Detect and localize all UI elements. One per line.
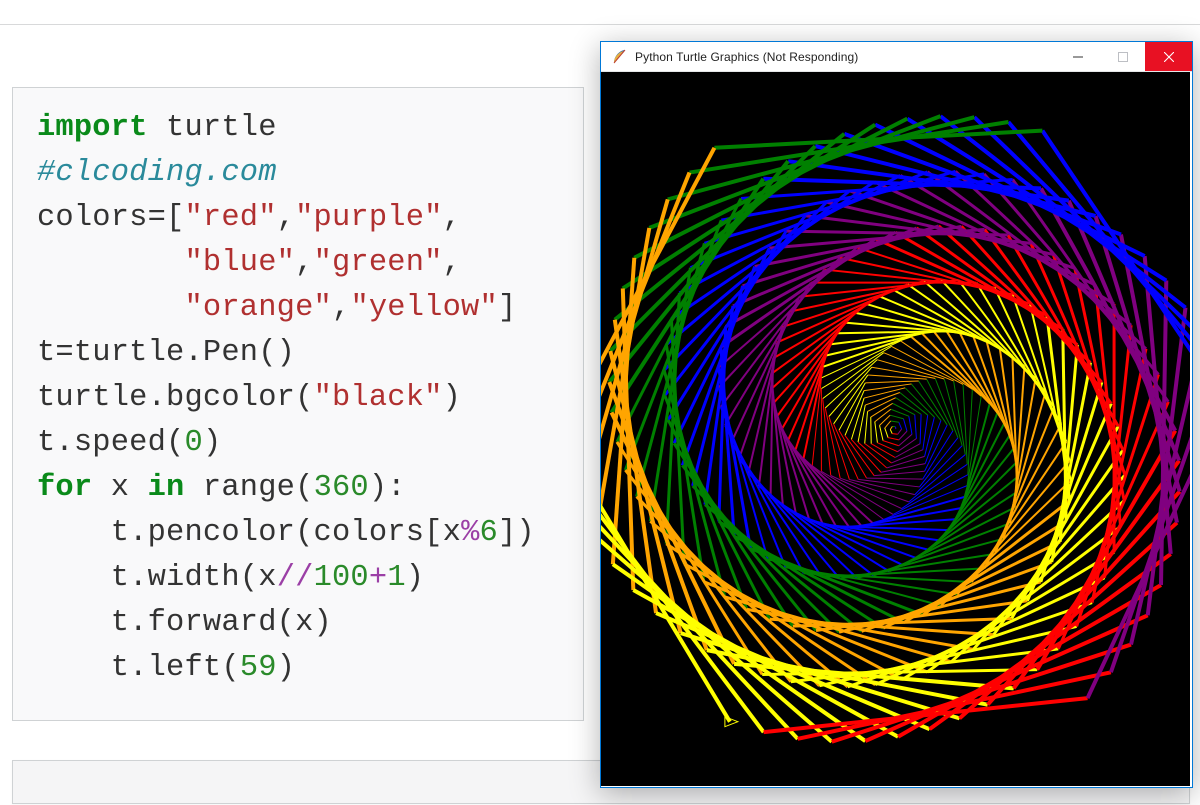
comment-line: #clcoding.com [37,156,277,190]
turtle-canvas [601,72,1190,786]
close-button[interactable] [1145,42,1192,71]
keyword-in: in [148,471,185,505]
python-source-code: import turtle #clcoding.com colors=["red… [37,106,559,691]
spiral-drawing [601,72,1190,786]
page-top-divider [0,24,1200,25]
keyword-import: import [37,111,148,145]
minimize-button[interactable] [1055,42,1100,71]
keyword-for: for [37,471,92,505]
code-editor-panel: import turtle #clcoding.com colors=["red… [12,87,584,721]
window-titlebar[interactable]: Python Turtle Graphics (Not Responding) [601,42,1192,72]
tk-feather-icon [611,49,627,65]
window-title: Python Turtle Graphics (Not Responding) [635,50,1055,64]
turtle-window: Python Turtle Graphics (Not Responding) [600,41,1193,788]
maximize-button[interactable] [1100,42,1145,71]
